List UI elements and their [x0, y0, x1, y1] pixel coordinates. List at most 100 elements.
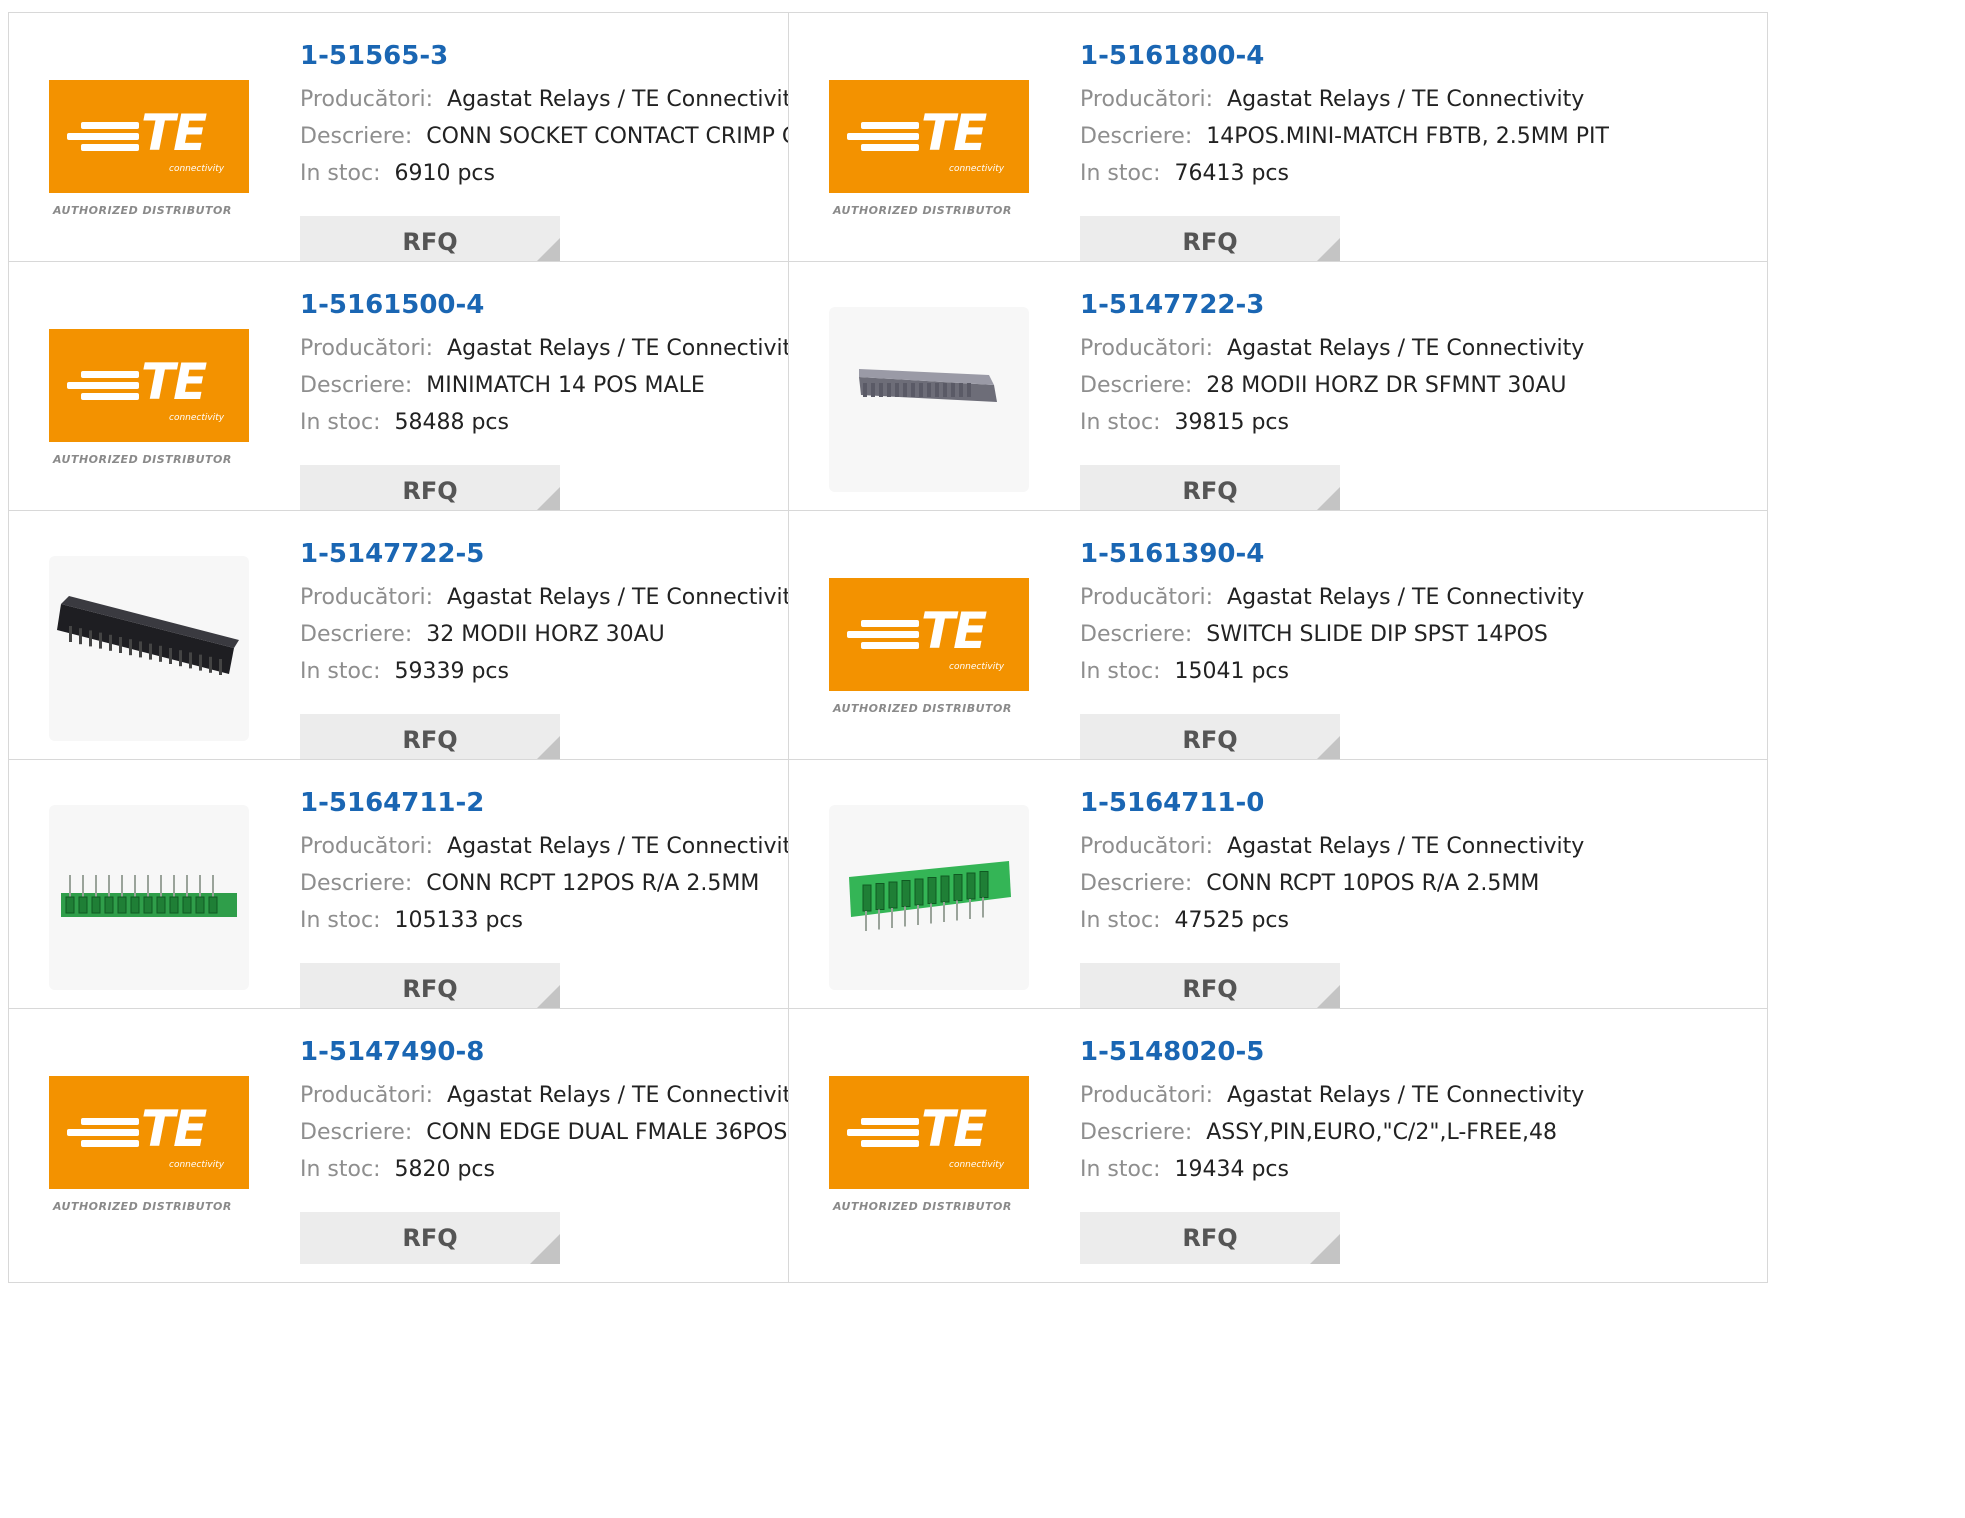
stock-label: In stoc:: [1080, 1157, 1161, 1182]
stock-row: In stoc: 59339 pcs: [300, 659, 509, 684]
product-card: TE connectivity AUTHORIZED DISTRIBUTOR 1…: [788, 12, 1768, 287]
stock-row: In stoc: 5820 pcs: [300, 1157, 495, 1182]
description-value: 28 MODII HORZ DR SFMNT 30AU: [1206, 373, 1567, 398]
product-image[interactable]: TE connectivity AUTHORIZED DISTRIBUTOR: [49, 307, 249, 492]
green-header-photo: [49, 805, 249, 990]
te-logo-sub: connectivity: [949, 164, 1005, 174]
stock-value: 15041 pcs: [1174, 659, 1289, 684]
manufacturer-row: Producători: Agastat Relays / TE Connecti…: [1080, 1083, 1584, 1108]
description-row: Descriere: MINIMATCH 14 POS MALE: [300, 373, 705, 398]
stock-label: In stoc:: [1080, 161, 1161, 186]
manufacturer-row: Producători: Agastat Relays / TE Connecti…: [300, 87, 804, 112]
description-row: Descriere: CONN RCPT 12POS R/A 2.5MM: [300, 871, 759, 896]
part-number-link[interactable]: 1-5164711-2: [300, 788, 484, 818]
manufacturer-label: Producători:: [1080, 87, 1214, 112]
description-row: Descriere: CONN EDGE DUAL FMALE 36POS 0.1…: [300, 1120, 857, 1145]
product-image[interactable]: [829, 805, 1029, 990]
description-value: ASSY,PIN,EURO,"C/2",L-FREE,48: [1206, 1120, 1557, 1145]
description-label: Descriere:: [1080, 622, 1193, 647]
stock-label: In stoc:: [1080, 410, 1161, 435]
product-image[interactable]: TE connectivity AUTHORIZED DISTRIBUTOR: [829, 58, 1029, 243]
description-label: Descriere:: [300, 1120, 413, 1145]
te-connectivity-logo: TE connectivity AUTHORIZED DISTRIBUTOR: [829, 1054, 1029, 1239]
te-lines-icon: [847, 620, 919, 650]
manufacturer-label: Producători:: [1080, 834, 1214, 859]
part-number-link[interactable]: 1-5161500-4: [300, 290, 484, 320]
authorized-distributor-label: AUTHORIZED DISTRIBUTOR: [53, 453, 232, 466]
description-row: Descriere: 14POS.MINI-MATCH FBTB, 2.5MM P…: [1080, 124, 1609, 149]
stock-value: 5820 pcs: [394, 1157, 495, 1182]
manufacturer-row: Producători: Agastat Relays / TE Connecti…: [1080, 87, 1584, 112]
product-image[interactable]: TE connectivity AUTHORIZED DISTRIBUTOR: [49, 58, 249, 243]
manufacturer-row: Producători: Agastat Relays / TE Connecti…: [1080, 834, 1584, 859]
manufacturer-label: Producători:: [300, 585, 434, 610]
product-image[interactable]: TE connectivity AUTHORIZED DISTRIBUTOR: [829, 556, 1029, 741]
stock-value: 58488 pcs: [394, 410, 509, 435]
part-number-link[interactable]: 1-5147722-3: [1080, 290, 1264, 320]
description-value: MINIMATCH 14 POS MALE: [426, 373, 705, 398]
description-value: CONN SOCKET CONTACT CRIMP GOLD: [426, 124, 846, 149]
stock-label: In stoc:: [300, 908, 381, 933]
product-image[interactable]: TE connectivity AUTHORIZED DISTRIBUTOR: [829, 1054, 1029, 1239]
manufacturer-label: Producători:: [1080, 585, 1214, 610]
description-value: 32 MODII HORZ 30AU: [426, 622, 665, 647]
part-number-link[interactable]: 1-5161390-4: [1080, 539, 1264, 569]
te-logo-sub: connectivity: [949, 1160, 1005, 1170]
description-label: Descriere:: [1080, 871, 1193, 896]
part-number-link[interactable]: 1-51565-3: [300, 41, 448, 71]
description-row: Descriere: 28 MODII HORZ DR SFMNT 30AU: [1080, 373, 1567, 398]
stock-label: In stoc:: [1080, 659, 1161, 684]
stock-row: In stoc: 47525 pcs: [1080, 908, 1289, 933]
te-logo-box: TE connectivity: [49, 80, 249, 193]
te-logo-sub: connectivity: [169, 1160, 225, 1170]
part-number-link[interactable]: 1-5147490-8: [300, 1037, 484, 1067]
manufacturer-row: Producători: Agastat Relays / TE Connecti…: [300, 336, 804, 361]
rfq-button[interactable]: RFQ: [300, 1212, 560, 1264]
stock-value: 47525 pcs: [1174, 908, 1289, 933]
rfq-button[interactable]: RFQ: [1080, 1212, 1340, 1264]
manufacturer-value: Agastat Relays / TE Connectivity: [447, 87, 805, 112]
authorized-distributor-label: AUTHORIZED DISTRIBUTOR: [53, 204, 232, 217]
product-image[interactable]: TE connectivity AUTHORIZED DISTRIBUTOR: [49, 1054, 249, 1239]
part-number-link[interactable]: 1-5164711-0: [1080, 788, 1264, 818]
description-value: CONN RCPT 10POS R/A 2.5MM: [1206, 871, 1540, 896]
manufacturer-label: Producători:: [300, 1083, 434, 1108]
description-label: Descriere:: [300, 124, 413, 149]
description-value: 14POS.MINI-MATCH FBTB, 2.5MM PIT: [1206, 124, 1609, 149]
manufacturer-value: Agastat Relays / TE Connectivity: [447, 1083, 805, 1108]
te-logo-mark: TE: [141, 353, 207, 411]
product-card: 1-5147722-3 Producători: Agastat Relays /…: [788, 261, 1768, 536]
description-row: Descriere: 32 MODII HORZ 30AU: [300, 622, 665, 647]
description-row: Descriere: CONN SOCKET CONTACT CRIMP GOLD: [300, 124, 845, 149]
te-logo-mark: TE: [141, 1100, 207, 1158]
te-logo-sub: connectivity: [949, 662, 1005, 672]
part-number-link[interactable]: 1-5147722-5: [300, 539, 484, 569]
stock-value: 6910 pcs: [394, 161, 495, 186]
manufacturer-label: Producători:: [300, 336, 434, 361]
description-label: Descriere:: [1080, 124, 1193, 149]
stock-row: In stoc: 58488 pcs: [300, 410, 509, 435]
stock-row: In stoc: 15041 pcs: [1080, 659, 1289, 684]
product-image[interactable]: [49, 805, 249, 990]
connector-black-photo: [49, 556, 249, 741]
manufacturer-value: Agastat Relays / TE Connectivity: [1227, 336, 1585, 361]
te-logo-mark: TE: [141, 104, 207, 162]
product-image[interactable]: [829, 307, 1029, 492]
stock-label: In stoc:: [300, 1157, 381, 1182]
te-logo-box: TE connectivity: [49, 329, 249, 442]
te-logo-box: TE connectivity: [829, 1076, 1029, 1189]
description-label: Descriere:: [300, 622, 413, 647]
manufacturer-row: Producători: Agastat Relays / TE Connecti…: [1080, 585, 1584, 610]
manufacturer-label: Producători:: [300, 87, 434, 112]
stock-row: In stoc: 6910 pcs: [300, 161, 495, 186]
te-connectivity-logo: TE connectivity AUTHORIZED DISTRIBUTOR: [49, 58, 249, 243]
part-number-link[interactable]: 1-5161800-4: [1080, 41, 1264, 71]
manufacturer-value: Agastat Relays / TE Connectivity: [1227, 87, 1585, 112]
description-label: Descriere:: [300, 871, 413, 896]
product-image[interactable]: [49, 556, 249, 741]
product-grid: TE connectivity AUTHORIZED DISTRIBUTOR 1…: [0, 0, 1965, 1518]
manufacturer-label: Producători:: [1080, 1083, 1214, 1108]
manufacturer-label: Producători:: [300, 834, 434, 859]
part-number-link[interactable]: 1-5148020-5: [1080, 1037, 1264, 1067]
manufacturer-value: Agastat Relays / TE Connectivity: [1227, 585, 1585, 610]
